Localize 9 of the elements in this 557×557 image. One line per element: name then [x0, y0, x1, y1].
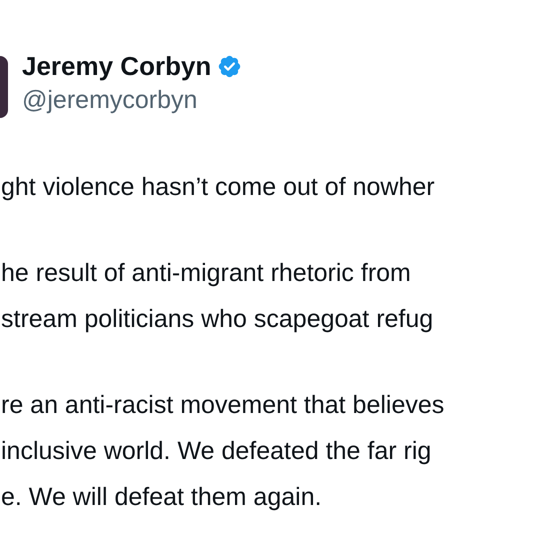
post-text-line: he result of anti-migrant rhetoric from: [0, 258, 412, 289]
post-text-line: ght violence hasn’t come out of nowher: [0, 172, 436, 203]
author-handle[interactable]: @jeremycorbyn: [22, 84, 242, 116]
post-text-line: inclusive world. We defeated the far rig: [0, 436, 432, 467]
post-text-line: re an anti-racist movement that believes: [0, 390, 446, 421]
author-name[interactable]: Jeremy Corbyn: [22, 48, 212, 84]
post-text-line: stream politicians who scapegoat refug: [0, 304, 434, 335]
post-text-line: e. We will defeat them again.: [0, 482, 323, 513]
avatar[interactable]: [0, 56, 8, 118]
